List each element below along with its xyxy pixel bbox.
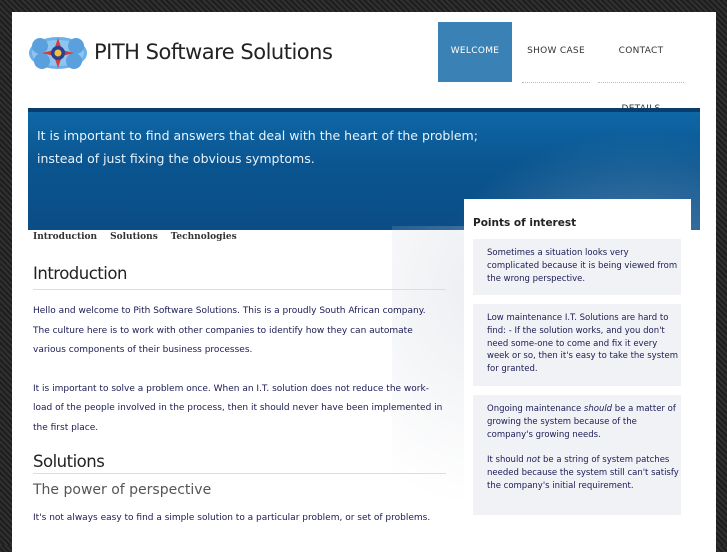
interest-text-3b: It should not be a string of system patc… (487, 454, 681, 492)
interest-box-3: Ongoing maintenance should be a matter o… (473, 395, 681, 515)
solutions-section: Solutions The power of perspective It's … (33, 452, 446, 523)
interest-text-3a: Ongoing maintenance should be a matter o… (487, 403, 681, 441)
section-links: Introduction Solutions Technologies (33, 232, 250, 242)
nav-show-case[interactable]: SHOW CASE (522, 22, 590, 83)
solutions-heading: Solutions (33, 452, 446, 474)
solutions-paragraph-1: It's not always easy to find a simple so… (33, 513, 431, 523)
solutions-subheading: The power of perspective (33, 482, 212, 498)
site-title[interactable]: PITH Software Solutions (94, 40, 333, 64)
introduction-section: Introduction Hello and welcome to Pith S… (33, 264, 446, 438)
intro-paragraph-3: It is important to solve a problem once.… (33, 383, 443, 433)
interest-text-1: Sometimes a situation looks very complic… (487, 248, 678, 284)
main-nav: WELCOME PAGE SHOW CASE CONTACT DETAILS (438, 22, 690, 114)
banner-line-2: instead of just fixing the obvious sympt… (37, 151, 315, 166)
interest-text-3a-start: Ongoing maintenance (487, 404, 584, 414)
banner-line-1: It is important to find answers that dea… (37, 128, 478, 143)
interest-text-3b-start: It should (487, 455, 527, 466)
nav-contact-details[interactable]: CONTACT DETAILS (598, 22, 684, 114)
interest-box-1: Sometimes a situation looks very complic… (473, 239, 681, 295)
intro-paragraph-2: The culture here is to work with other c… (33, 325, 413, 356)
introduction-heading: Introduction (33, 264, 446, 290)
intro-paragraph-1: Hello and welcome to Pith Software Solut… (33, 306, 426, 316)
sidebar-heading: Points of interest (473, 217, 577, 229)
link-technologies[interactable]: Technologies (171, 232, 237, 242)
interest-box-2: Low maintenance I.T. Solutions are hard … (473, 304, 681, 386)
link-introduction[interactable]: Introduction (33, 232, 97, 242)
nav-welcome-page[interactable]: WELCOME PAGE (438, 22, 512, 114)
points-of-interest-panel: Points of interest Sometimes a situation… (464, 199, 691, 529)
logo-icon[interactable] (28, 32, 88, 74)
banner-text: It is important to find answers that dea… (37, 124, 478, 170)
interest-text-3a-emphasis: should (583, 404, 613, 414)
interest-text-3b-emphasis: not (526, 455, 541, 466)
link-solutions[interactable]: Solutions (110, 232, 158, 242)
page: PITH Software Solutions WELCOME PAGE SHO… (12, 12, 716, 552)
interest-text-2: Low maintenance I.T. Solutions are hard … (487, 313, 678, 375)
